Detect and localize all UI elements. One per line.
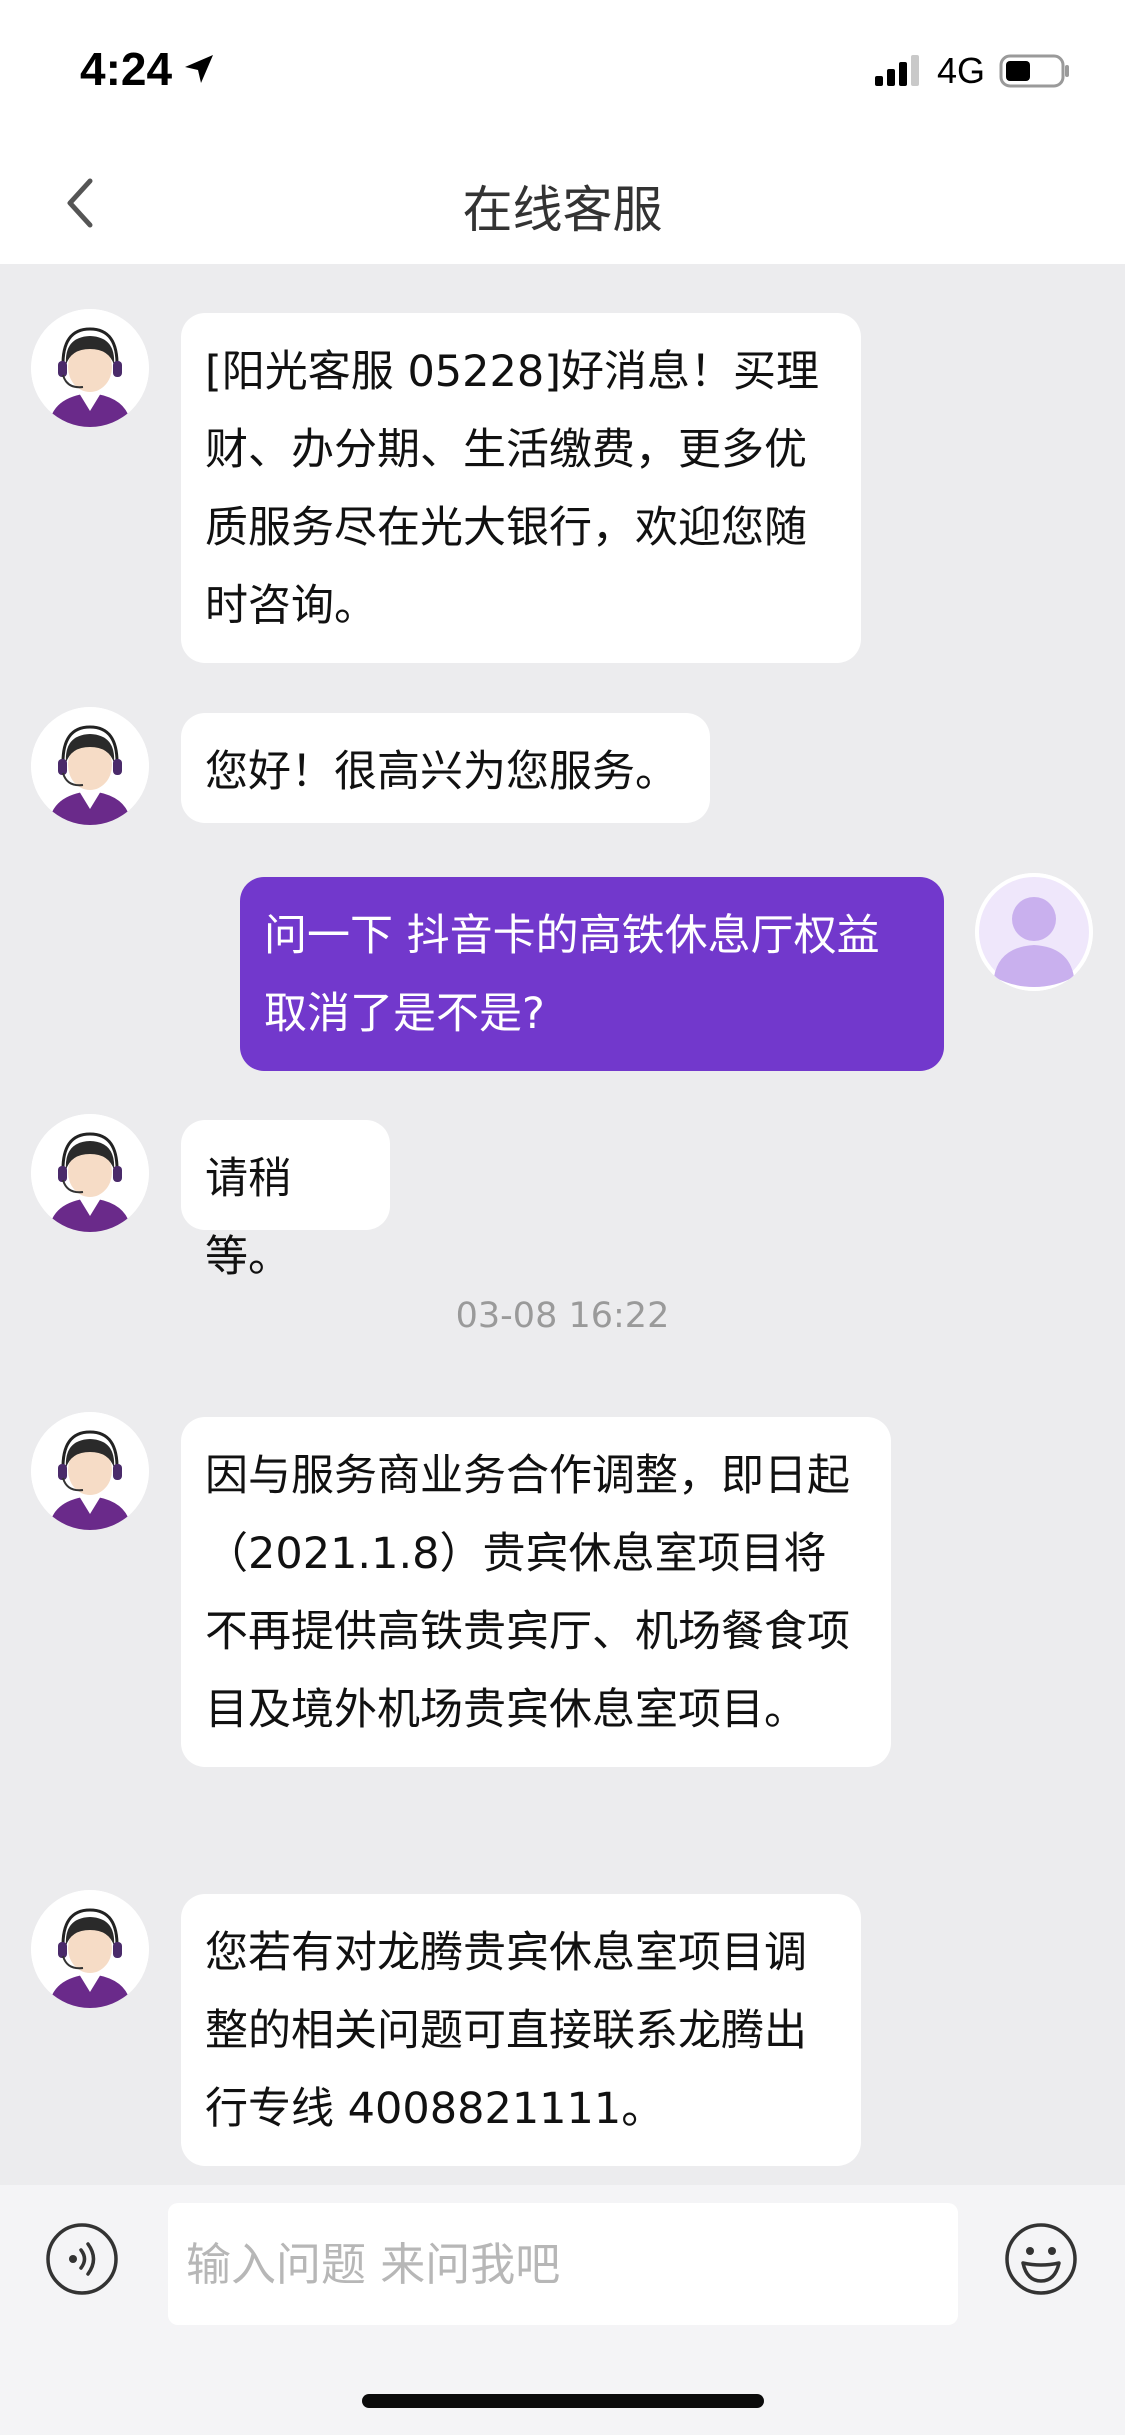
status-time: 4:24 (80, 42, 216, 96)
user-avatar-icon (975, 873, 1093, 991)
agent-avatar (31, 309, 149, 427)
message-timestamp: 03-08 16:22 (455, 1296, 670, 1336)
agent-avatar-icon (31, 1412, 149, 1530)
battery-icon (999, 54, 1069, 88)
nav-bar: 在线客服 (0, 140, 1125, 264)
voice-icon (46, 2223, 118, 2295)
page-title: 在线客服 (462, 181, 663, 239)
agent-avatar-icon (31, 707, 149, 825)
agent-avatar (31, 707, 149, 825)
agent-avatar-icon (31, 309, 149, 427)
user-avatar (975, 873, 1093, 991)
user-message: 问一下 抖音卡的高铁休息厅权益取消了是不是? (240, 877, 944, 1071)
navigation-arrow-icon (185, 55, 214, 83)
agent-message: [阳光客服 05228]好消息！买理财、办分期、生活缴费，更多优质服务尽在光大银… (181, 313, 861, 663)
agent-avatar (31, 1412, 149, 1530)
status-indicators: 4G (873, 50, 1071, 92)
agent-avatar-icon (31, 1890, 149, 2008)
user-message-text: 问一下 抖音卡的高铁休息厅权益取消了是不是? (264, 911, 880, 1039)
message-input[interactable] (168, 2203, 958, 2325)
voice-button[interactable] (44, 2221, 120, 2297)
agent-message: 您若有对龙腾贵宾休息室项目调整的相关问题可直接联系龙腾出行专线 40088211… (181, 1894, 861, 2166)
status-time-text: 4:24 (80, 43, 173, 95)
network-label: 4G (936, 50, 985, 91)
agent-message-text: 您若有对龙腾贵宾休息室项目调整的相关问题可直接联系龙腾出行专线 40088211… (205, 1928, 807, 2134)
agent-message-text: 请稍等。 (205, 1154, 291, 1282)
agent-message-text: 因与服务商业务合作调整，即日起（2021.1.8）贵宾休息室项目将不再提供高铁贵… (205, 1451, 850, 1735)
agent-avatar-icon (31, 1114, 149, 1232)
agent-message: 请稍等。 (181, 1120, 390, 1282)
home-indicator (362, 2394, 764, 2408)
agent-avatar (31, 1114, 149, 1232)
status-bar: 4:24 4G (0, 0, 1125, 140)
agent-message-text: [阳光客服 05228]好消息！买理财、办分期、生活缴费，更多优质服务尽在光大银… (205, 347, 820, 631)
agent-message-text: 您好！很高兴为您服务。 (205, 747, 678, 797)
emoji-icon (1005, 2223, 1077, 2295)
agent-avatar (31, 1890, 149, 2008)
agent-message: 您好！很高兴为您服务。 (181, 713, 710, 823)
emoji-button[interactable] (1003, 2221, 1079, 2297)
agent-message: 因与服务商业务合作调整，即日起（2021.1.8）贵宾休息室项目将不再提供高铁贵… (181, 1417, 891, 1767)
signal-icon (874, 55, 919, 86)
